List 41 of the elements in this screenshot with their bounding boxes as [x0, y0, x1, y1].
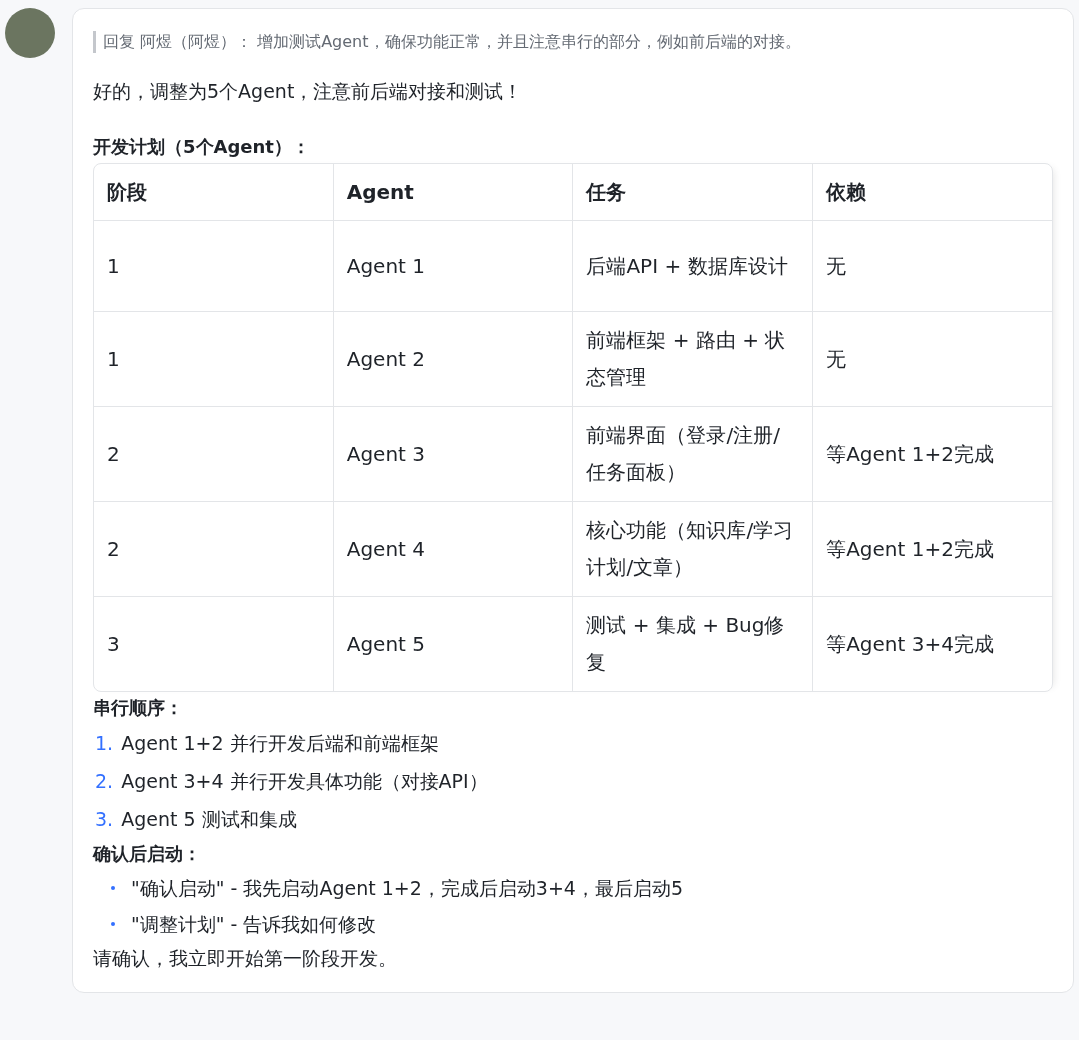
section-heading: 确认后启动： — [93, 842, 202, 866]
section-heading: 开发计划（5个Agent）： — [93, 135, 311, 159]
avatar-photo-placeholder — [5, 8, 55, 58]
message-text: 好的，调整为5个Agent，注意前后端对接和测试！ — [93, 79, 524, 104]
table-cell: 等Agent 1+2完成 — [813, 407, 1052, 502]
column-header: 任务 — [573, 164, 814, 221]
list-item-text: Agent 1+2 并行开发后端和前端框架 — [121, 731, 439, 756]
reply-quote: 回复 阿煜（阿煜）： 增加测试Agent，确保功能正常，并且注意串行的部分，例如前后端的对接。 — [93, 31, 1053, 53]
table-cell: 1 — [94, 312, 334, 407]
list-number: 2. — [95, 769, 114, 794]
list-item-text: Agent 3+4 并行开发具体功能（对接API） — [121, 769, 488, 794]
bullet-icon — [111, 886, 115, 890]
table-cell: Agent 5 — [333, 597, 574, 691]
list-number: 1. — [95, 731, 114, 756]
table-cell: 测试 + 集成 + Bug修复 — [573, 597, 814, 691]
bullet-icon — [111, 922, 115, 926]
table-cell: 2 — [94, 407, 334, 502]
table-cell: 无 — [813, 312, 1052, 407]
table-cell-text: 等Agent 3+4完成 — [825, 630, 995, 658]
table-cell: 3 — [94, 597, 334, 691]
table-cell: Agent 4 — [333, 502, 574, 597]
table-cell: Agent 3 — [333, 407, 574, 502]
column-header: Agent — [333, 164, 574, 221]
table-cell: 前端框架 + 路由 + 状态管理 — [573, 312, 814, 407]
table-cell: 核心功能（知识库/学习计划/文章） — [573, 502, 814, 597]
table-cell: 1 — [94, 221, 334, 312]
list-item-text: "确认启动" - 我先启动Agent 1+2，完成后启动3+4，最后启动5 — [131, 876, 683, 901]
table-cell: 等Agent 1+2完成 — [813, 502, 1052, 597]
table-cell: Agent 2 — [333, 312, 574, 407]
section-heading: 串行顺序： — [93, 696, 184, 720]
table-cell: 后端API + 数据库设计 — [573, 221, 814, 312]
table-cell: 前端界面（登录/注册/任务面板） — [573, 407, 814, 502]
column-header: 依赖 — [813, 164, 1052, 221]
table-cell: Agent 1 — [333, 221, 574, 312]
column-header: 阶段 — [94, 164, 334, 221]
list-item-text: Agent 5 测试和集成 — [121, 807, 297, 832]
message-text: 请确认，我立即开始第一阶段开发。 — [93, 946, 398, 971]
list-item-text: "调整计划" - 告诉我如何修改 — [131, 912, 377, 937]
table-cell: 2 — [94, 502, 334, 597]
list-number: 3. — [95, 807, 114, 832]
table-cell: 无 — [813, 221, 1052, 312]
